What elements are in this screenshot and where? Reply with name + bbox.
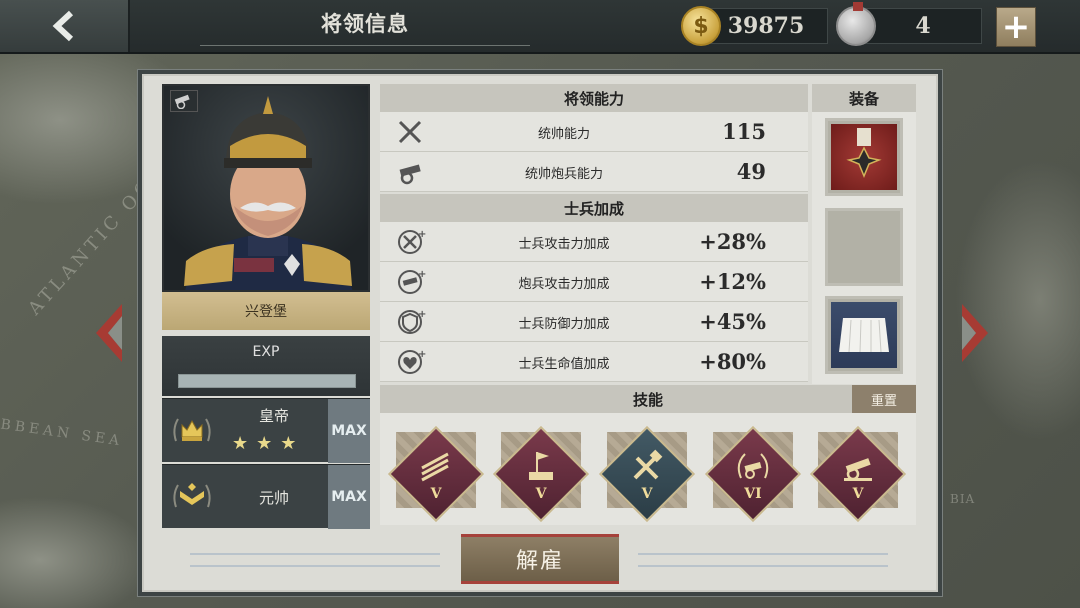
dismiss-general-button[interactable]: 解雇	[461, 534, 619, 584]
skill-slot-2[interactable]: V	[492, 425, 590, 524]
decorative-lines-left	[190, 553, 440, 567]
next-general-arrow-icon[interactable]	[958, 302, 992, 364]
medal-icon	[836, 2, 876, 46]
exp-bar	[178, 374, 356, 388]
rank-title-emperor: 皇帝	[258, 407, 289, 425]
gold-coin-icon: $	[681, 6, 721, 46]
laurel-cannon-icon	[737, 453, 769, 479]
exp-box: EXP	[162, 336, 370, 396]
crossed-swords-icon	[398, 120, 422, 144]
rank-title-marshal: 元帅	[258, 489, 289, 507]
swords-plus-icon: +	[398, 229, 426, 254]
skill-slot-1[interactable]: V	[387, 425, 485, 524]
svg-text:+: +	[418, 309, 426, 320]
equipment-slot-kilt[interactable]	[825, 296, 903, 374]
skills-header: 技能	[380, 385, 916, 413]
rockets-icon	[421, 452, 449, 482]
shield-plus-icon: +	[398, 309, 426, 334]
stat-value: +28%	[699, 229, 766, 254]
stat-row-soldier-health: + 士兵生命值加成 +80%	[380, 342, 808, 382]
rank-max-badge: MAX	[328, 399, 370, 463]
stat-label: 士兵防御力加成	[518, 317, 610, 332]
back-arrow-icon	[52, 10, 74, 42]
stat-value: 115	[722, 119, 766, 144]
skill-slot-3[interactable]: V	[598, 425, 696, 524]
equipment-slot-empty[interactable]	[825, 208, 903, 286]
top-bar: 将领信息 39875 $ 4 +	[0, 0, 1080, 54]
stat-value: 49	[736, 159, 766, 184]
stat-label: 士兵生命值加成	[518, 357, 610, 372]
rank-row-emperor: 皇帝 ★ ★ ★ MAX	[162, 398, 370, 463]
gold-counter: 39875	[704, 8, 828, 44]
skill-level: V	[852, 486, 864, 502]
stat-value: +12%	[699, 269, 766, 294]
previous-general-arrow-icon[interactable]	[92, 302, 126, 364]
iron-cross-medal-icon	[831, 124, 897, 190]
stat-row-artillery-command: 统帅炮兵能力 49	[380, 152, 808, 192]
svg-text:+: +	[418, 229, 426, 240]
general-name: 兴登堡	[162, 292, 370, 330]
white-kilt-icon	[831, 302, 897, 368]
general-figure	[184, 96, 353, 290]
bonus-header: 士兵加成	[380, 194, 808, 222]
stat-label: 炮兵攻击力加成	[518, 277, 610, 292]
stat-row-artillery-attack: + 炮兵攻击力加成 +12%	[380, 262, 808, 302]
medal-counter: 4	[864, 8, 982, 44]
stat-label: 统帅能力	[537, 127, 590, 142]
equipment-slot-medal[interactable]	[825, 118, 903, 196]
skill-level: V	[535, 486, 547, 502]
stat-value: +80%	[699, 349, 766, 374]
heart-plus-icon: +	[398, 349, 426, 374]
star-icon: ★	[256, 433, 273, 454]
stat-row-soldier-defense: + 士兵防御力加成 +45%	[380, 302, 808, 342]
skill-slot-4[interactable]: VI	[704, 425, 802, 524]
gold-amount: 39875	[727, 13, 805, 39]
add-currency-button[interactable]: +	[996, 7, 1036, 47]
medal-amount: 4	[915, 13, 931, 39]
svg-text:+: +	[418, 269, 426, 280]
crown-emblem-icon	[168, 407, 216, 455]
reset-skills-button[interactable]: 重置	[852, 385, 916, 413]
flag-fort-icon	[529, 452, 553, 480]
skill-slot-5[interactable]: V	[809, 425, 907, 524]
svg-text:+: +	[418, 349, 426, 360]
page-title: 将领信息	[321, 11, 409, 36]
artillery-icon	[844, 458, 872, 481]
rank-max-badge: MAX	[328, 465, 370, 529]
marshal-insignia-icon	[168, 473, 216, 521]
hammer-wrench-icon	[633, 449, 663, 480]
general-portrait	[162, 84, 370, 292]
rank-stars: ★ ★ ★	[232, 435, 296, 453]
stat-row-command: 统帅能力 115	[380, 112, 808, 152]
map-label-bia: BIA	[950, 492, 976, 506]
stat-label: 统帅炮兵能力	[524, 167, 603, 182]
equipment-header: 装备	[812, 84, 916, 112]
rank-row-marshal: 元帅 MAX	[162, 464, 370, 529]
cannon-icon	[399, 164, 421, 185]
ability-header: 将领能力	[380, 84, 808, 112]
page-title-wrap: 将领信息	[200, 0, 530, 46]
star-icon: ★	[280, 433, 297, 454]
skill-level: V	[430, 486, 442, 502]
stat-row-soldier-attack: + 士兵攻击力加成 +28%	[380, 222, 808, 262]
stat-value: +45%	[699, 309, 766, 334]
stat-label: 士兵攻击力加成	[518, 237, 610, 252]
star-icon: ★	[232, 433, 249, 454]
back-button[interactable]	[0, 0, 130, 52]
skill-level: VI	[744, 486, 762, 502]
exp-label: EXP	[252, 344, 280, 360]
cannon-plus-icon: +	[398, 269, 426, 294]
decorative-lines-right	[638, 553, 888, 567]
skill-level: V	[641, 486, 653, 502]
